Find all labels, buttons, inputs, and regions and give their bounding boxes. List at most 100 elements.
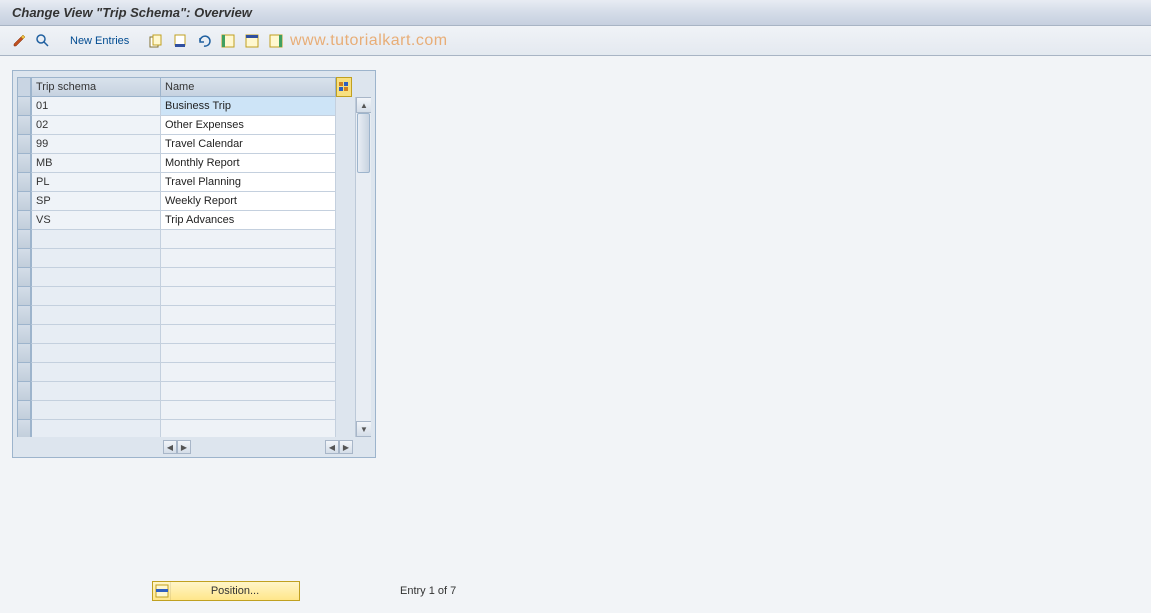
table-row [17, 249, 371, 268]
table-body: 01Business Trip02Other Expenses99Travel … [17, 97, 371, 437]
table-row [17, 230, 371, 249]
page-title: Change View "Trip Schema": Overview [12, 5, 252, 20]
row-selector[interactable] [17, 116, 31, 135]
table-settings-button[interactable] [336, 77, 352, 97]
cell-trip-schema-code[interactable]: 02 [31, 116, 161, 135]
cell-trip-schema-name[interactable] [161, 382, 336, 401]
cell-trip-schema-code[interactable]: MB [31, 154, 161, 173]
cell-trip-schema-name[interactable]: Trip Advances [161, 211, 336, 230]
table-row [17, 363, 371, 382]
row-selector[interactable] [17, 287, 31, 306]
cell-trip-schema-name[interactable]: Other Expenses [161, 116, 336, 135]
undo-button[interactable] [193, 30, 215, 52]
position-button[interactable]: Position... [152, 581, 300, 601]
row-selector[interactable] [17, 325, 31, 344]
row-selector[interactable] [17, 230, 31, 249]
cell-trip-schema-code[interactable] [31, 382, 161, 401]
cell-trip-schema-name[interactable] [161, 287, 336, 306]
cell-trip-schema-code[interactable] [31, 306, 161, 325]
table-header-row: Trip schema Name [17, 77, 371, 97]
table-row [17, 344, 371, 363]
row-selector[interactable] [17, 173, 31, 192]
row-selector[interactable] [17, 344, 31, 363]
cell-trip-schema-code[interactable]: VS [31, 211, 161, 230]
cell-trip-schema-code[interactable]: PL [31, 173, 161, 192]
change-mode-button[interactable] [8, 30, 30, 52]
cell-trip-schema-code[interactable] [31, 344, 161, 363]
row-selector[interactable] [17, 306, 31, 325]
table-row: 99Travel Calendar [17, 135, 371, 154]
select-all-button[interactable] [217, 30, 239, 52]
copy-button[interactable] [145, 30, 167, 52]
cell-trip-schema-name[interactable] [161, 344, 336, 363]
cell-trip-schema-code[interactable]: SP [31, 192, 161, 211]
hscroll-right-button[interactable]: ▶ [177, 440, 191, 454]
toolbar: New Entries [0, 26, 1151, 56]
cell-trip-schema-code[interactable]: 01 [31, 97, 161, 116]
cell-trip-schema-name[interactable]: Weekly Report [161, 192, 336, 211]
cell-trip-schema-code[interactable] [31, 420, 161, 437]
cell-trip-schema-code[interactable] [31, 363, 161, 382]
column-header-name[interactable]: Name [161, 77, 336, 97]
table-row: 01Business Trip [17, 97, 371, 116]
hscroll-left-end-button[interactable]: ◀ [325, 440, 339, 454]
select-block-button[interactable] [241, 30, 263, 52]
row-selector[interactable] [17, 401, 31, 420]
table-row: MBMonthly Report [17, 154, 371, 173]
cell-trip-schema-name[interactable] [161, 268, 336, 287]
table-row [17, 306, 371, 325]
cell-trip-schema-code[interactable] [31, 249, 161, 268]
cell-trip-schema-name[interactable] [161, 325, 336, 344]
cell-trip-schema-code[interactable] [31, 268, 161, 287]
table-row: 02Other Expenses [17, 116, 371, 135]
entry-status-text: Entry 1 of 7 [400, 585, 456, 597]
cell-trip-schema-code[interactable] [31, 401, 161, 420]
row-selector[interactable] [17, 97, 31, 116]
hscroll-right-end-button[interactable]: ▶ [339, 440, 353, 454]
new-entries-button[interactable]: New Entries [64, 30, 135, 52]
horizontal-scrollbar: ◀ ▶ ◀ ▶ [17, 439, 371, 455]
scroll-up-button[interactable]: ▲ [356, 97, 371, 113]
table-row: PLTravel Planning [17, 173, 371, 192]
row-selector[interactable] [17, 211, 31, 230]
row-selector[interactable] [17, 420, 31, 437]
row-selector[interactable] [17, 135, 31, 154]
row-selector[interactable] [17, 192, 31, 211]
deselect-all-button[interactable] [265, 30, 287, 52]
row-selector[interactable] [17, 382, 31, 401]
vertical-scrollbar[interactable]: ▲ ▼ [355, 97, 371, 437]
table-row: SPWeekly Report [17, 192, 371, 211]
delete-button[interactable] [169, 30, 191, 52]
row-selector[interactable] [17, 268, 31, 287]
find-button[interactable] [32, 30, 54, 52]
cell-trip-schema-name[interactable] [161, 230, 336, 249]
cell-trip-schema-code[interactable] [31, 287, 161, 306]
cell-trip-schema-name[interactable] [161, 420, 336, 437]
select-all-header[interactable] [17, 77, 31, 97]
cell-trip-schema-name[interactable] [161, 249, 336, 268]
table-row [17, 382, 371, 401]
cell-trip-schema-name[interactable]: Monthly Report [161, 154, 336, 173]
scroll-down-button[interactable]: ▼ [356, 421, 371, 437]
cell-trip-schema-code[interactable] [31, 230, 161, 249]
column-header-code[interactable]: Trip schema [31, 77, 161, 97]
cell-trip-schema-code[interactable] [31, 325, 161, 344]
cell-trip-schema-name[interactable]: Business Trip [161, 97, 336, 116]
row-selector[interactable] [17, 154, 31, 173]
title-bar: Change View "Trip Schema": Overview [0, 0, 1151, 26]
cell-trip-schema-code[interactable]: 99 [31, 135, 161, 154]
cell-trip-schema-name[interactable]: Travel Planning [161, 173, 336, 192]
position-label: Position... [171, 585, 299, 597]
row-selector[interactable] [17, 249, 31, 268]
table-row [17, 325, 371, 344]
row-selector[interactable] [17, 363, 31, 382]
cell-trip-schema-name[interactable] [161, 401, 336, 420]
cell-trip-schema-name[interactable]: Travel Calendar [161, 135, 336, 154]
scroll-track[interactable] [356, 113, 371, 421]
content-area: Trip schema Name 01Business Trip02Other … [0, 56, 1151, 472]
cell-trip-schema-name[interactable] [161, 363, 336, 382]
hscroll-left-button[interactable]: ◀ [163, 440, 177, 454]
cell-trip-schema-name[interactable] [161, 306, 336, 325]
footer-bar: Position... Entry 1 of 7 [0, 581, 1151, 601]
scroll-thumb[interactable] [357, 113, 370, 173]
